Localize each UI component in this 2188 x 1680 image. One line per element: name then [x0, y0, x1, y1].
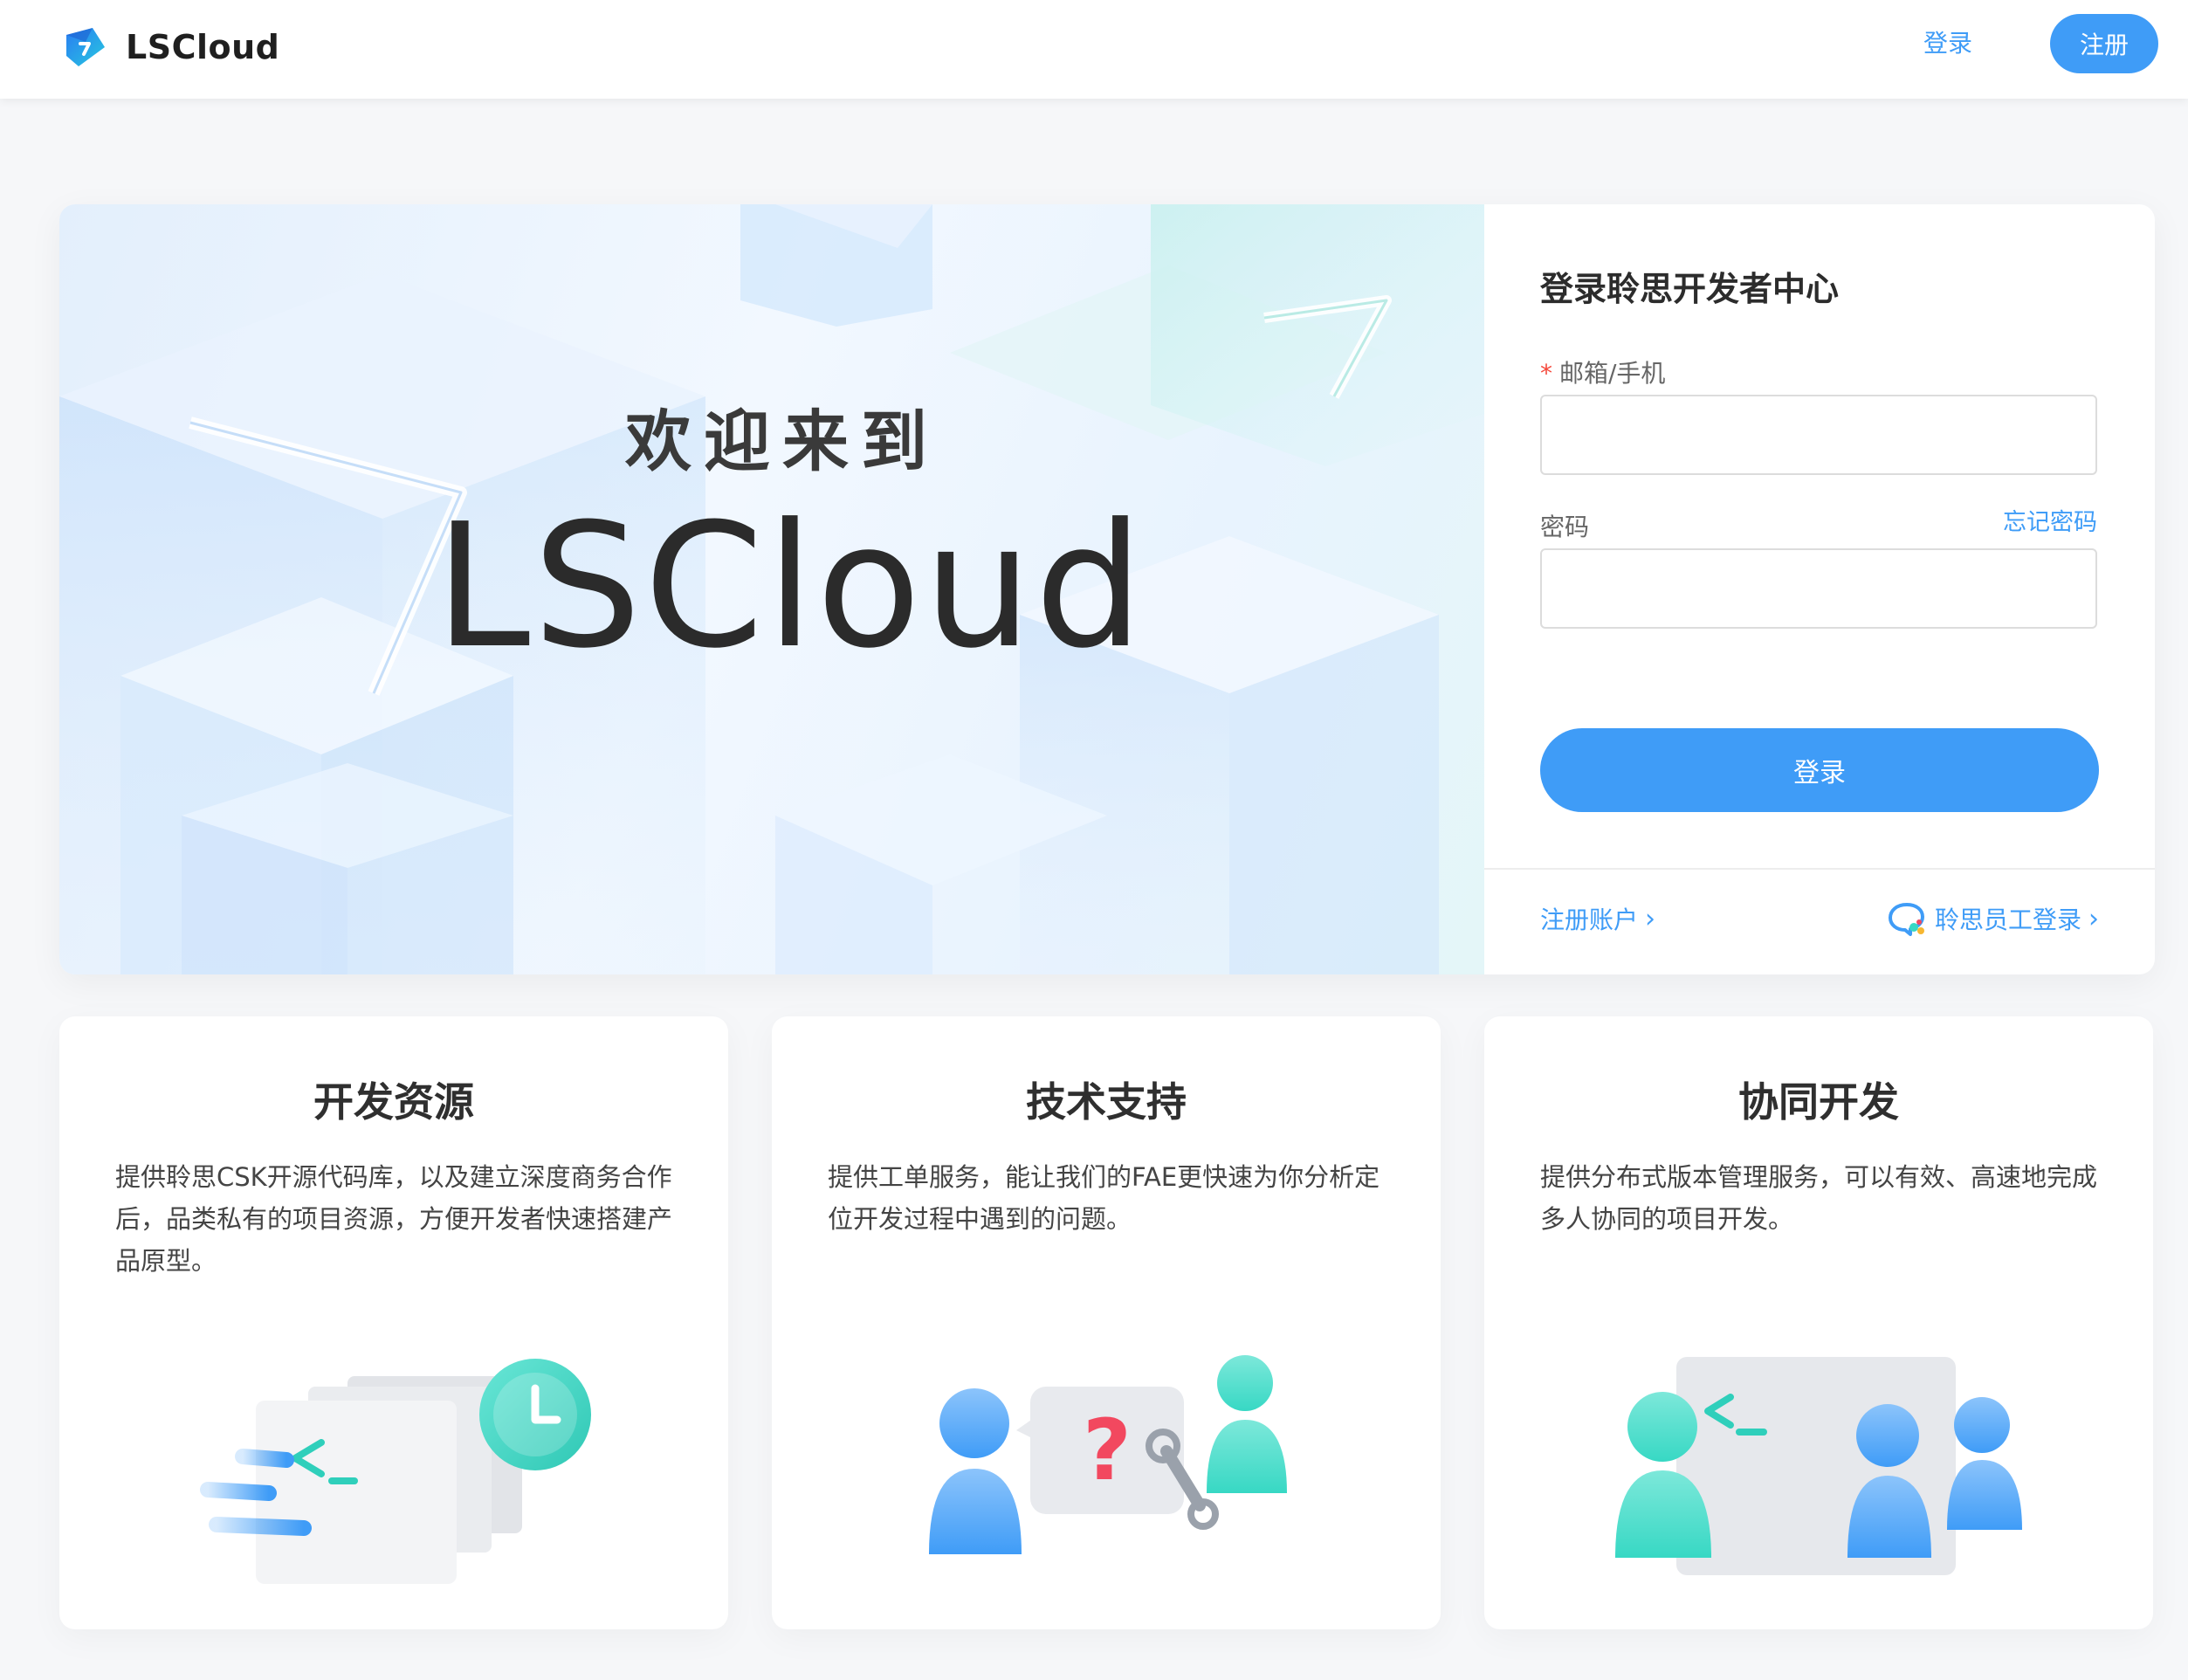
brand[interactable]: LSCloud — [61, 23, 279, 72]
brand-name: LSCloud — [126, 28, 280, 66]
header-register-button[interactable]: 注册 — [2050, 14, 2158, 73]
register-account-link[interactable]: 注册账户 › — [1540, 901, 1655, 936]
welcome-text: 欢迎来到 — [625, 403, 939, 480]
feature-card-dev-resources: 开发资源 提供聆思CSK开源代码库，以及建立深度商务合作后，品类私有的项目资源，… — [59, 1016, 728, 1629]
header-login-link[interactable]: 登录 — [1917, 23, 1978, 65]
clock-icon — [479, 1359, 591, 1470]
chevron-right-icon: › — [2088, 903, 2099, 934]
password-input[interactable] — [1540, 548, 2097, 629]
register-account-label: 注册账户 — [1540, 905, 1639, 934]
login-submit-button[interactable]: 登录 — [1540, 728, 2099, 812]
dev-resources-illustration — [200, 1359, 591, 1584]
tech-support-illustration: ? — [929, 1355, 1287, 1554]
collaboration-illustration — [1615, 1357, 2022, 1575]
welcome-banner: 欢迎来到 LSCloud — [59, 204, 1484, 974]
account-label-text: 邮箱/手机 — [1559, 359, 1666, 388]
top-navigation-bar: LSCloud 登录 注册 — [0, 0, 2188, 99]
chat-bubble-icon — [1888, 903, 1924, 936]
forgot-password-link[interactable]: 忘记密码 — [2003, 503, 2097, 537]
feature-card-tech-support: 技术支持 提供工单服务，能让我们的FAE更快速为你分析定位开发过程中遇到的问题。… — [772, 1016, 1441, 1629]
account-label: * 邮箱/手机 — [1540, 355, 1665, 389]
hero-title: LSCloud — [435, 487, 1146, 686]
hero-login-card: 欢迎来到 LSCloud 登录聆思开发者中心 * 邮箱/手机 密码 忘记密码 登录… — [59, 204, 2155, 974]
divider — [1484, 868, 2155, 870]
staff-login-label: 聆思员工登录 — [1934, 905, 2081, 934]
account-input[interactable] — [1540, 395, 2097, 475]
login-panel: 登录聆思开发者中心 * 邮箱/手机 密码 忘记密码 登录 注册账户 › 聆思员工登… — [1484, 204, 2155, 974]
staff-login-link[interactable]: 聆思员工登录 › — [1888, 901, 2099, 936]
question-mark-icon: ? — [1083, 1401, 1132, 1499]
chevron-right-icon: › — [1645, 903, 1656, 934]
password-label: 密码 — [1540, 513, 1590, 541]
required-mark: * — [1540, 359, 1552, 388]
lscloud-logo-icon — [66, 28, 105, 66]
login-title: 登录聆思开发者中心 — [1540, 270, 1840, 308]
feature-card-collaboration: 协同开发 提供分布式版本管理服务，可以有效、高速地完成多人协同的项目开发。 — [1484, 1016, 2153, 1629]
